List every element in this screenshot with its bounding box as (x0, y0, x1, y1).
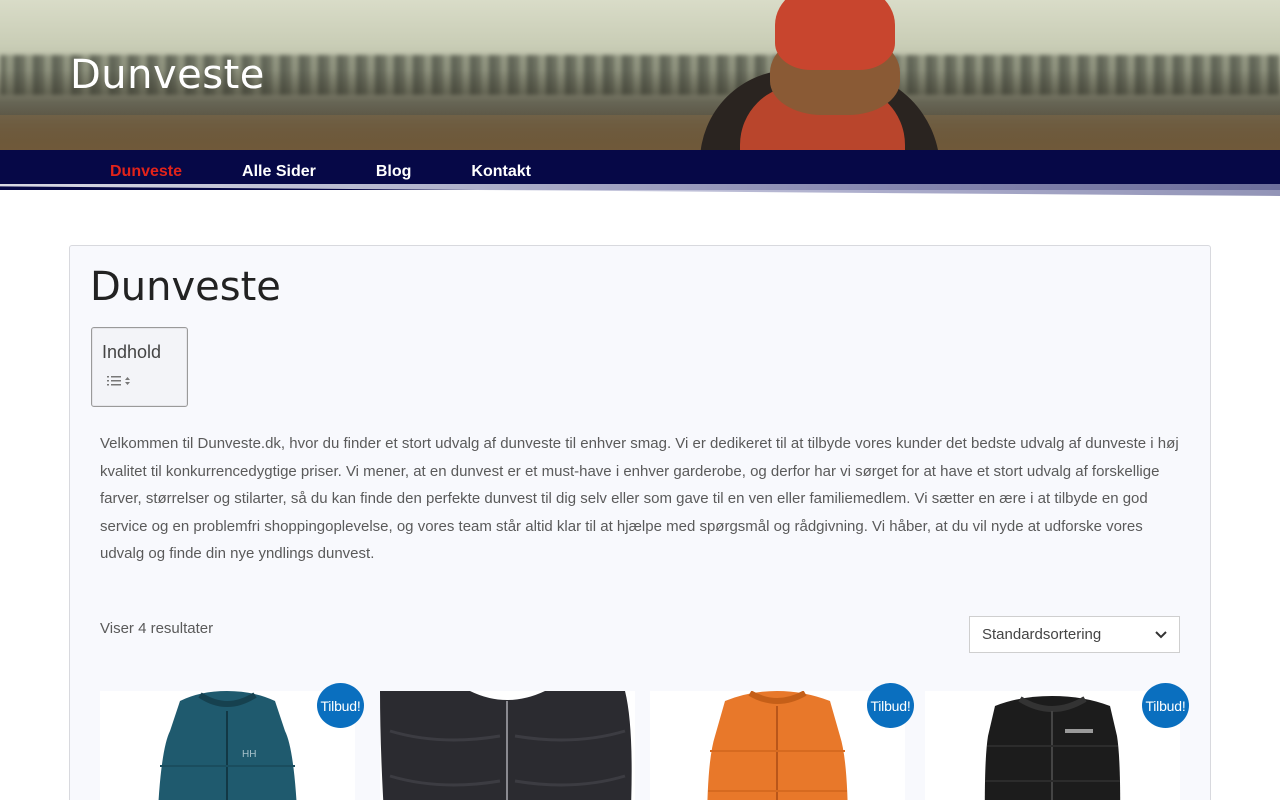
content-card: Dunveste Indhold Velkommen til Dunveste.… (69, 245, 1211, 800)
toc-title: Indhold (102, 342, 162, 362)
intro-text: Velkommen til Dunveste.dk, hvor du finde… (100, 435, 1179, 562)
sale-badge: Tilbud! (317, 683, 364, 728)
banner-person-hat (775, 0, 895, 70)
nav-shadow-divider (0, 184, 1280, 196)
list-toggle-icon[interactable] (107, 373, 135, 389)
sort-select[interactable]: Standardsortering (969, 616, 1180, 653)
banner-field (0, 115, 1280, 150)
svg-text:HH: HH (242, 749, 256, 760)
product-image[interactable] (380, 691, 635, 800)
sort-selected-value: Standardsortering (982, 626, 1102, 643)
product-card[interactable] (380, 691, 635, 800)
result-count: Viser 4 resultater (100, 620, 214, 637)
sale-badge: Tilbud! (1142, 683, 1189, 728)
sale-badge: Tilbud! (867, 683, 914, 728)
header-banner: Dunveste (0, 0, 1280, 150)
site-title[interactable]: Dunveste (70, 52, 265, 98)
page-title: Dunveste (90, 264, 281, 310)
table-of-contents: Indhold (91, 327, 188, 407)
chevron-down-icon (1155, 628, 1167, 642)
